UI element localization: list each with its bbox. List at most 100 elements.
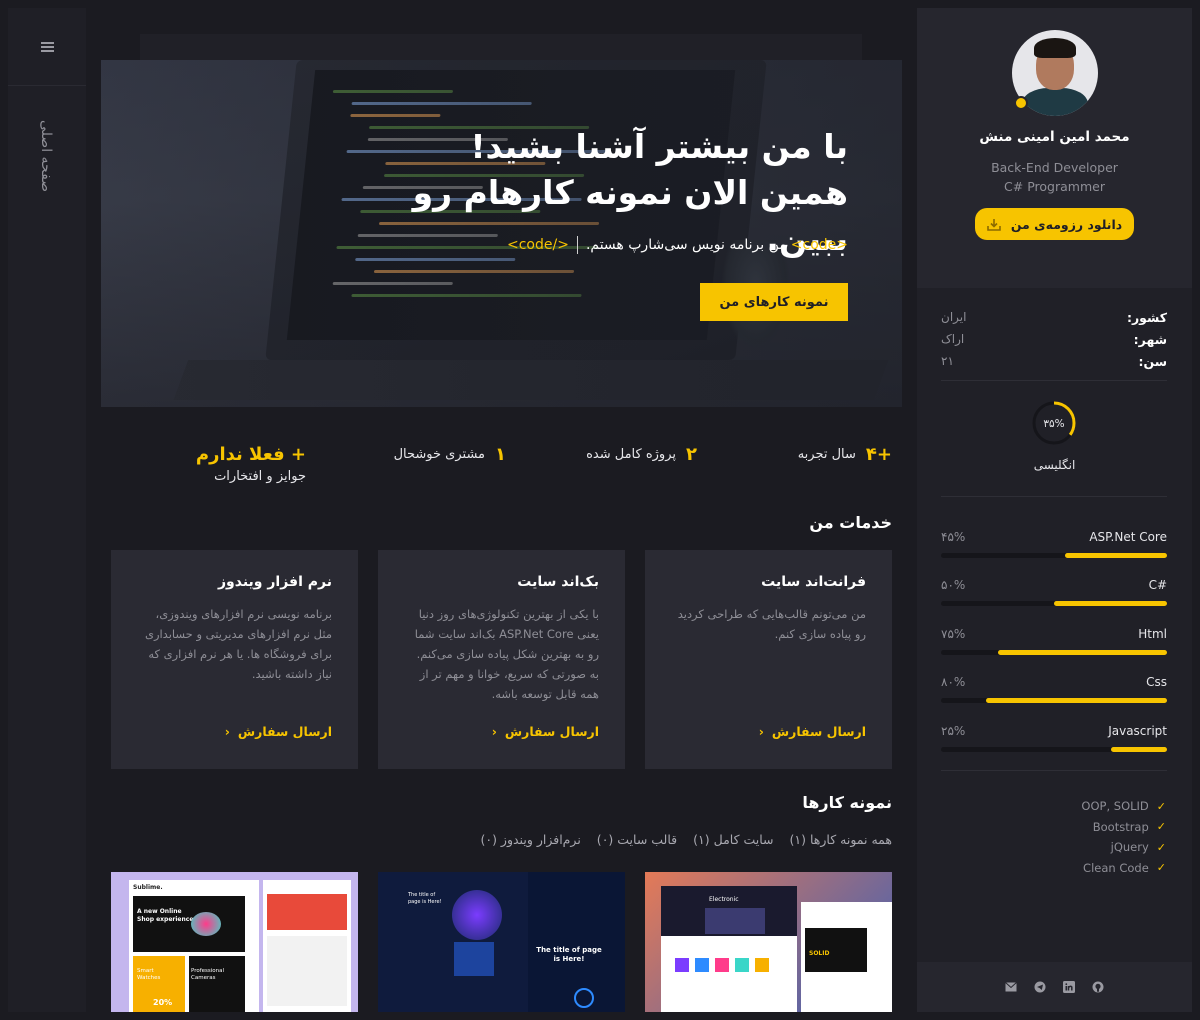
skill-name: ASP.Net Core [1089,530,1167,544]
telegram-icon[interactable] [1034,981,1047,994]
profile-roles: Back-End Developer C# Programmer [917,158,1192,196]
chevron-left-icon: ‹ [491,724,497,739]
service-title: بک‌اند سایت [517,574,599,590]
service-card-backend: بک‌اند سایت با یکی از بهترین تکنولوژی‌ها… [378,550,625,769]
skill-bar [941,698,1167,703]
stat-awards: + فعلا ندارم جوایز و افتخارات [196,444,306,484]
skill-item: ۷۵% Html [941,627,1167,655]
skill-name: Javascript [1108,724,1167,738]
info-key: شهر: [1133,331,1167,347]
left-sidebar: صفحه اصلی [8,8,86,1012]
order-link[interactable]: ارسال سفارش ‹ [492,724,599,739]
linkedin-icon[interactable] [1063,981,1076,994]
skill-bar-fill [1065,553,1167,558]
mail-icon[interactable] [1005,981,1018,994]
stats-row: +۴ سال تجربه ۲ پروژه کامل شده ۱ مشتری خو… [101,440,902,490]
stat-number: +۴ [865,444,892,465]
knowledge-item: OOP, SOLID ✓ [1081,799,1166,814]
filter-windows[interactable]: نرم‌افزار ویندوز (۰) [480,832,580,847]
skill-percent: ۲۵% [941,724,966,738]
filter-all[interactable]: همه نمونه کارها (۱) [790,832,892,847]
language-percent: ۳۵% [1043,418,1064,430]
skill-bar [941,553,1167,558]
portfolio-item[interactable]: Electronic SOLID [645,872,892,1012]
profile-info: کشور: ایران شهر: اراک سن: ۲۱ [941,306,1167,372]
skill-bar [941,747,1167,752]
divider [941,496,1167,497]
hamburger-icon [40,41,54,52]
skill-bar [941,601,1167,606]
portfolio-item[interactable]: Sublime. A new Online Shop experience. S… [111,872,358,1012]
skill-name: Css [1146,675,1167,689]
knowledge-item: Bootstrap ✓ [1092,819,1166,834]
code-tag-open: <code> [790,237,848,253]
language-label: انگلیسی [1033,458,1076,472]
order-link[interactable]: ارسال سفارش ‹ [225,724,332,739]
check-icon: ✓ [1156,799,1166,813]
skill-item: ۸۰% Css [941,675,1167,703]
skill-percent: ۷۵% [941,627,966,641]
github-icon[interactable] [1092,981,1105,994]
portfolio-filters: همه نمونه کارها (۱) سایت کامل (۱) قالب س… [480,832,892,847]
home-nav-link[interactable]: صفحه اصلی [36,120,56,210]
portfolio-button[interactable]: نمونه کارهای من [700,283,848,321]
hero-subtitle-text: من برنامه نویس سی‌شارپ هستم. [585,237,787,253]
info-row-city: شهر: اراک [941,328,1167,350]
hero-subtitle: <code> من برنامه نویس سی‌شارپ هستم. </co… [507,236,848,254]
stat-projects: ۲ پروژه کامل شده [586,444,697,465]
divider [941,380,1167,381]
service-title: نرم افزار ویندوز [217,574,332,590]
portfolio-item[interactable]: The title of page is Here! The title of … [378,872,625,1012]
stat-label: پروژه کامل شده [586,447,676,462]
divider [941,770,1167,771]
stat-clients: ۱ مشتری خوشحال [394,444,506,465]
info-row-age: سن: ۲۱ [941,350,1167,372]
info-row-country: کشور: ایران [941,306,1167,328]
info-value: ۲۱ [941,354,954,368]
skill-percent: ۵۰% [941,578,966,592]
skill-item: ۵۰% C# [941,578,1167,606]
chevron-left-icon: ‹ [758,724,764,739]
skill-bar-fill [997,650,1167,655]
stat-number: ۱ [495,444,506,465]
chevron-left-icon: ‹ [224,724,230,739]
menu-button[interactable] [8,8,86,86]
top-background-strip [140,34,862,60]
stat-label: مشتری خوشحال [393,447,485,462]
code-tag-close: </code> [506,237,569,253]
service-description: من می‌تونم قالب‌هایی که طراحی کردید رو پ… [677,607,866,641]
service-card-windows: نرم افزار ویندوز برنامه نویسی نرم افزاره… [111,550,358,769]
home-nav-label: صفحه اصلی [38,120,54,193]
skill-percent: ۸۰% [941,675,966,689]
info-key: سن: [1138,353,1167,369]
info-value: اراک [941,332,965,346]
download-resume-label: دانلود رزومه‌ی من [1010,216,1123,232]
order-link-label: ارسال سفارش [237,724,332,739]
stat-number: + فعلا ندارم [195,444,306,465]
knowledge-item: jQuery ✓ [1110,840,1166,855]
order-link[interactable]: ارسال سفارش ‹ [759,724,866,739]
check-icon: ✓ [1156,861,1166,875]
order-link-label: ارسال سفارش [504,724,599,739]
stat-label: سال تجربه [797,447,856,462]
filter-full-site[interactable]: سایت کامل (۱) [693,832,773,847]
info-key: کشور: [1126,309,1167,325]
services-heading: خدمات من [809,513,892,532]
info-value: ایران [941,310,967,324]
order-link-label: ارسال سفارش [771,724,866,739]
service-description: با یکی از بهترین تکنولوژی‌های روز دنیا ی… [414,607,599,701]
skill-name: Html [1138,627,1167,641]
online-status-dot [1014,96,1028,110]
service-card-frontend: فرانت‌اند سایت من می‌تونم قالب‌هایی که ط… [645,550,892,769]
skill-bar-fill [986,698,1167,703]
skill-percent: ۴۵% [941,530,966,544]
profile-header: محمد امین امینی منش Back-End Developer C… [917,8,1192,288]
filter-template[interactable]: قالب سایت (۰) [597,832,677,847]
typing-cursor [576,236,578,254]
stat-experience: +۴ سال تجربه [798,444,892,465]
language-progress-ring: ۳۵% [1032,401,1076,445]
stat-label: جوایز و افتخارات [214,469,306,484]
service-title: فرانت‌اند سایت [761,574,866,590]
skill-item: ۴۵% ASP.Net Core [941,530,1167,558]
download-resume-button[interactable]: دانلود رزومه‌ی من [975,208,1134,240]
